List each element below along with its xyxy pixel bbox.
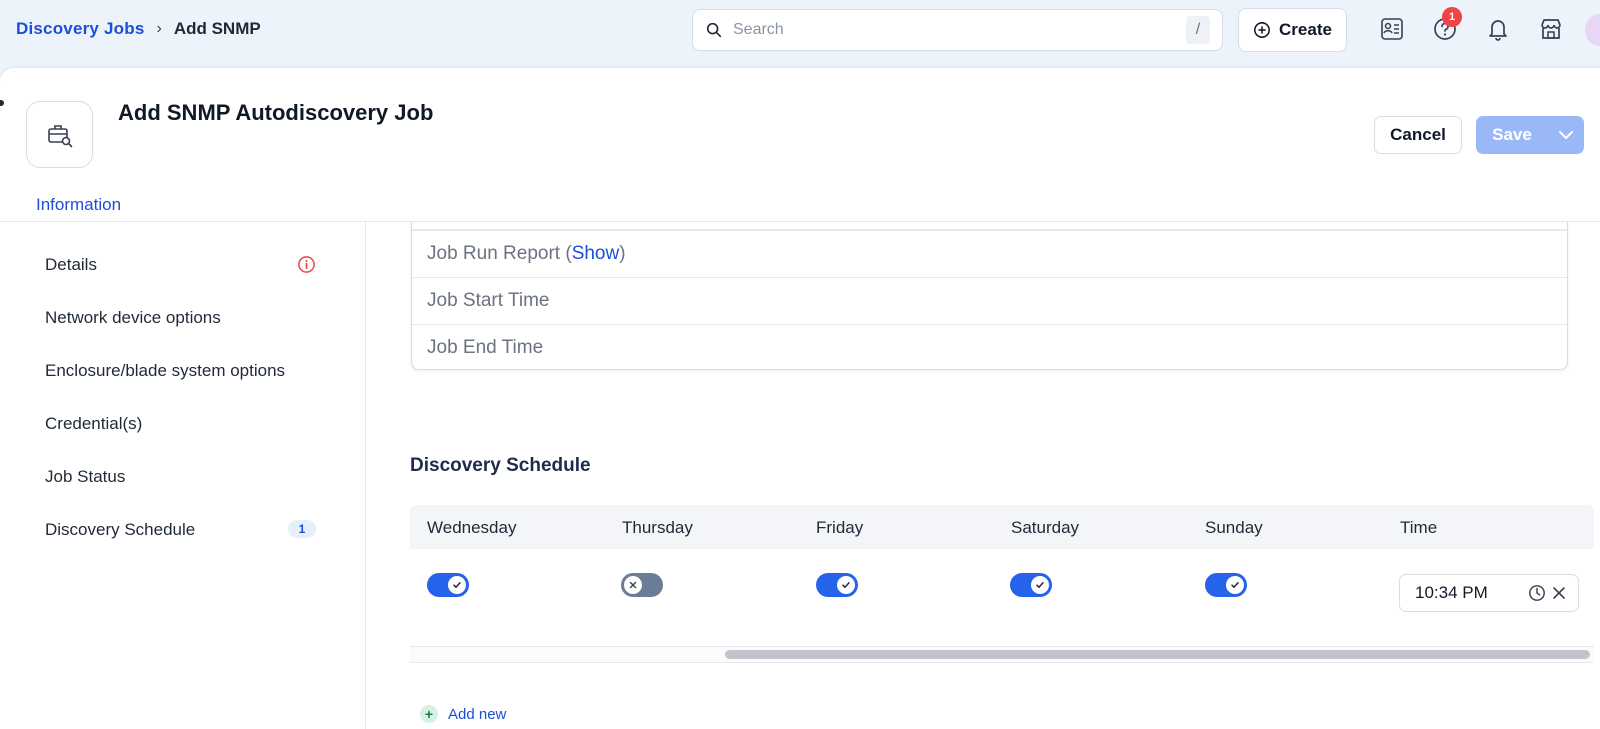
cancel-button[interactable]: Cancel [1374,116,1462,154]
add-new-label: Add new [448,705,507,723]
search-input[interactable]: Search / [692,9,1223,51]
toggle-knob [1226,576,1244,594]
search-icon [706,22,722,38]
close-icon [629,581,637,589]
horizontal-scrollbar[interactable] [725,650,1590,659]
error-info-icon [298,256,315,273]
column-header-saturday: Saturday [1011,518,1080,537]
time-input[interactable]: 10:34 PM [1399,574,1579,612]
toggle-knob [837,576,855,594]
nav-item-network-device-options[interactable]: Network device options [45,308,221,328]
breadcrumb-separator: › [156,20,162,37]
column-header-thursday: Thursday [622,518,693,537]
briefcase-search-icon [47,124,72,147]
job-run-report-show-link[interactable]: Show [572,243,620,265]
column-header-sunday: Sunday [1205,518,1263,537]
store-icon[interactable] [1536,14,1566,44]
toggle-knob [624,576,642,594]
breadcrumb-current: Add SNMP [173,19,261,38]
bell-icon[interactable] [1483,14,1513,44]
toggle-knob [448,576,466,594]
add-new-schedule-button[interactable]: + Add new [420,705,506,723]
clear-icon[interactable] [1550,584,1568,602]
job-start-time-label: Job Start Time [427,290,550,311]
schedule-table-header: Wednesday Thursday Friday Saturday Sunda… [410,505,1594,549]
breadcrumb: Discovery Jobs › Add SNMP [16,19,261,39]
help-notification-badge: 1 [1442,7,1462,27]
job-status-card: Job Run Report (Show) Job Start Time Job… [411,222,1568,370]
job-start-time-row: Job Start Time [412,277,1567,324]
check-icon [453,582,461,588]
job-end-time-label: Job End Time [427,337,544,358]
create-button[interactable]: Create [1238,8,1347,52]
toggle-knob [1031,576,1049,594]
chevron-down-icon[interactable] [1548,130,1584,140]
avatar[interactable] [1585,14,1600,46]
check-icon [1036,582,1044,588]
discovery-schedule-title: Discovery Schedule [410,455,591,476]
job-end-time-row: Job End Time [412,324,1567,371]
tab-information[interactable]: Information [36,195,122,223]
save-button-label: Save [1492,125,1532,144]
nav-item-details[interactable]: Details [45,255,97,275]
discovery-schedule-count-badge: 1 [288,520,316,538]
top-bar: Discovery Jobs › Add SNMP Search / Creat… [0,0,1600,68]
column-header-wednesday: Wednesday [427,518,517,537]
job-run-report-close-paren: ) [619,243,626,264]
plus-icon: + [420,705,438,723]
contact-card-icon[interactable] [1377,14,1407,44]
job-run-report-row: Job Run Report (Show) [412,230,1567,277]
plus-circle-icon [1254,22,1270,38]
thursday-toggle[interactable] [621,573,663,597]
save-button[interactable]: Save [1476,116,1584,154]
friday-toggle[interactable] [816,573,858,597]
breadcrumb-discovery-jobs-link[interactable]: Discovery Jobs [16,19,144,39]
column-header-time: Time [1400,518,1438,537]
time-value: 10:34 PM [1415,583,1488,602]
job-type-icon-box [26,101,93,168]
page-title: Add SNMP Autodiscovery Job [118,100,434,125]
nav-item-job-status[interactable]: Job Status [45,467,125,487]
nav-item-credentials[interactable]: Credential(s) [45,414,142,434]
create-button-label: Create [1279,20,1332,39]
search-shortcut-key: / [1186,16,1210,44]
saturday-toggle[interactable] [1010,573,1052,597]
job-run-report-label: Job Run Report ( [427,243,572,264]
sunday-toggle[interactable] [1205,573,1247,597]
check-icon [1231,582,1239,588]
clock-icon[interactable] [1528,584,1546,602]
wednesday-toggle[interactable] [427,573,469,597]
search-placeholder: Search [733,21,784,38]
check-icon [842,582,850,588]
nav-item-discovery-schedule[interactable]: Discovery Schedule [45,520,195,540]
nav-item-enclosure-blade-options[interactable]: Enclosure/blade system options [45,361,285,381]
column-header-friday: Friday [816,518,864,537]
